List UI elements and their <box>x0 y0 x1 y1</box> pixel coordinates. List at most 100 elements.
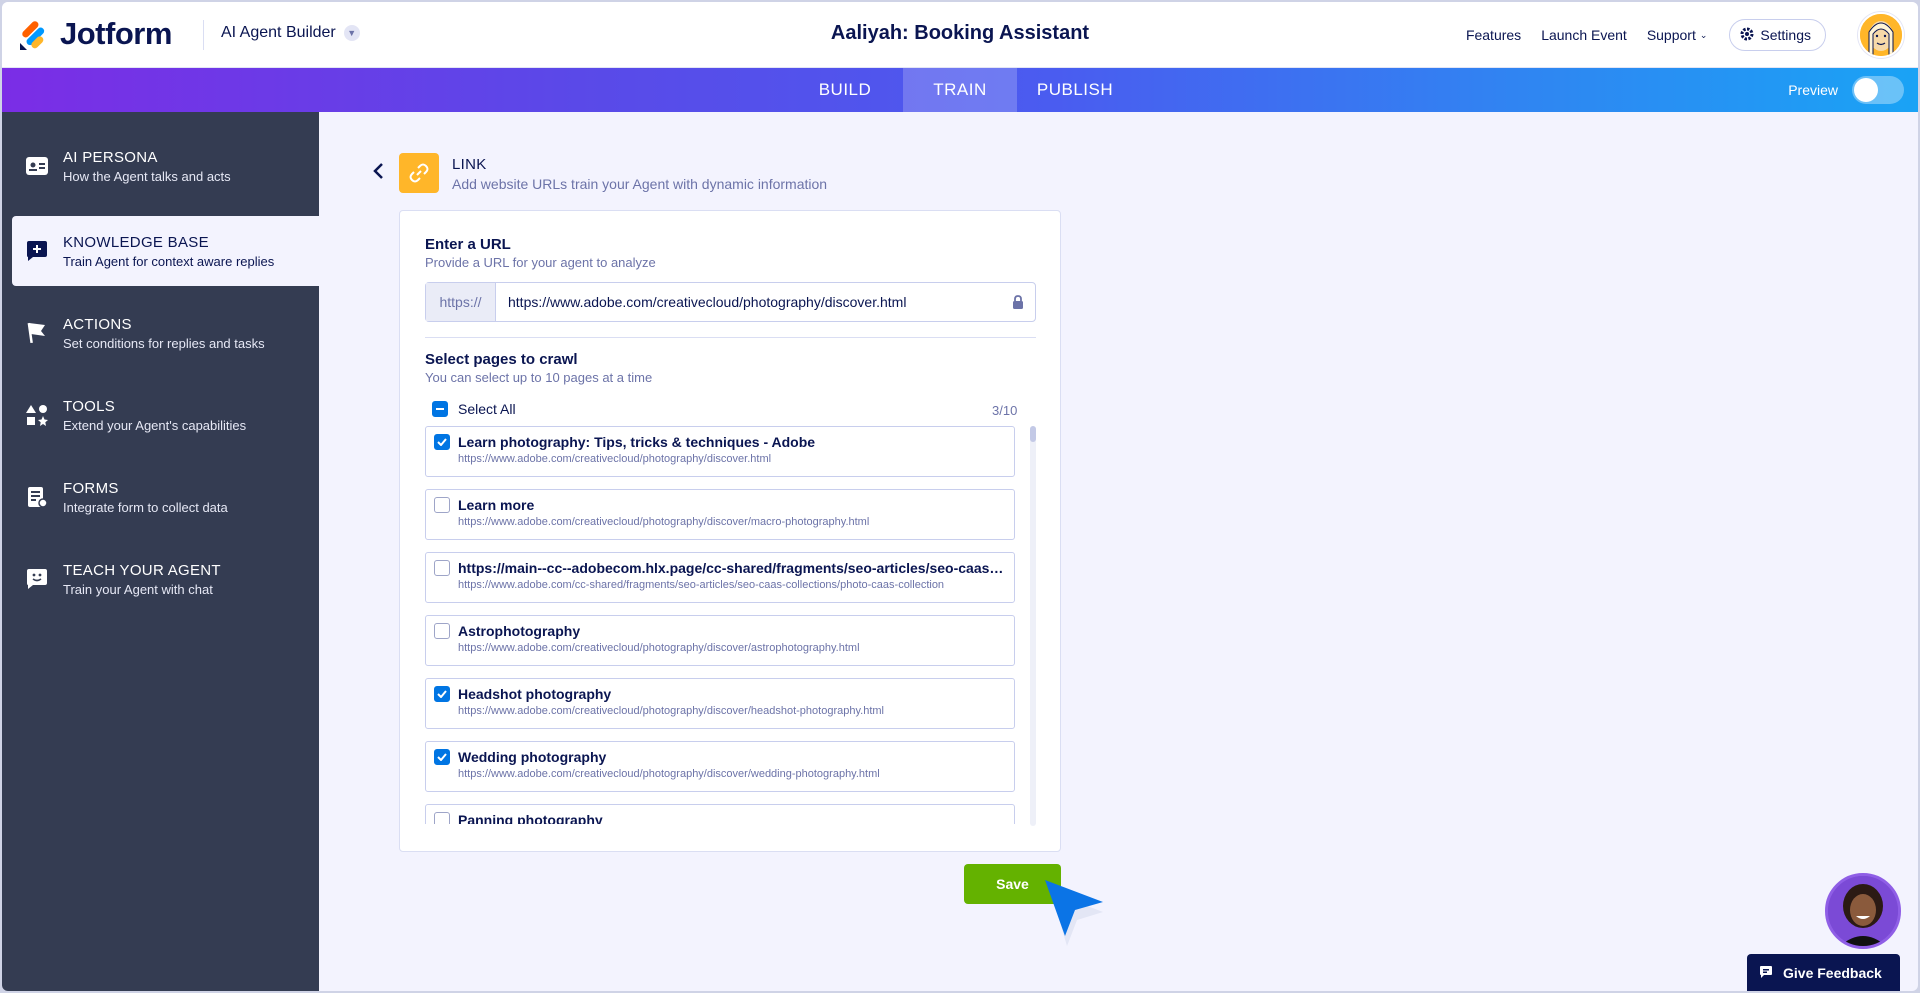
sidebar-item-subtitle: Train your Agent with chat <box>63 581 213 597</box>
form-icon <box>26 486 48 508</box>
toggle-knob <box>1854 78 1878 102</box>
agent-avatar[interactable] <box>1825 873 1901 949</box>
jotform-logo[interactable]: Jotform <box>18 16 172 52</box>
chevron-down-icon: ▼ <box>343 25 360 41</box>
checkbox-checked[interactable] <box>434 749 450 765</box>
crawl-label: Select pages to crawl <box>425 351 578 368</box>
page-title: Wedding photography <box>458 749 607 765</box>
select-all-checkbox[interactable]: Select All <box>432 401 516 417</box>
back-chevron-icon[interactable] <box>372 162 384 186</box>
checkbox-checked[interactable] <box>434 434 450 450</box>
page-title: Learn photography: Tips, tricks & techni… <box>458 434 816 450</box>
sidebar-item-forms[interactable]: FORMS Integrate form to collect data <box>12 462 319 532</box>
section-title: LINK <box>452 156 487 173</box>
builder-switcher[interactable]: AI Agent Builder ▼ <box>221 24 360 42</box>
preview-toggle[interactable] <box>1852 76 1904 104</box>
sidebar-item-teach-your-agent[interactable]: TEACH YOUR AGENT Train your Agent with c… <box>12 544 319 614</box>
give-feedback-button[interactable]: Give Feedback <box>1747 954 1900 991</box>
sidebar-item-subtitle: How the Agent talks and acts <box>63 168 231 184</box>
id-card-icon <box>26 155 48 177</box>
tab-build[interactable]: BUILD <box>787 68 903 112</box>
flag-icon <box>26 322 48 344</box>
checkbox-unchecked[interactable] <box>434 812 450 824</box>
launch-event-link[interactable]: Launch Event <box>1541 27 1627 43</box>
builder-tabbar: BUILD TRAIN PUBLISH Preview <box>2 68 1918 112</box>
list-scrollbar[interactable] <box>1030 426 1036 826</box>
preview-label: Preview <box>1788 82 1838 98</box>
page-url: https://www.adobe.com/cc-shared/fragment… <box>458 579 945 591</box>
page-title: Headshot photography <box>458 686 612 702</box>
pointer-cursor-icon <box>1037 874 1107 959</box>
page-title: Learn more <box>458 497 535 513</box>
lock-icon <box>1001 283 1035 321</box>
scrollbar-thumb[interactable] <box>1030 426 1036 442</box>
support-label: Support <box>1646 27 1696 43</box>
feedback-chat-icon <box>1759 965 1773 982</box>
page-title: Astrophotography <box>458 623 581 639</box>
url-input[interactable] <box>496 283 1001 321</box>
sidebar-item-title: KNOWLEDGE BASE <box>63 233 209 251</box>
settings-label: Settings <box>1760 27 1811 43</box>
checkbox-checked[interactable] <box>434 686 450 702</box>
features-link[interactable]: Features <box>1466 27 1521 43</box>
smile-chat-icon <box>26 568 48 590</box>
list-item[interactable]: Wedding photography https://www.adobe.co… <box>425 741 1015 792</box>
feedback-label: Give Feedback <box>1783 965 1882 981</box>
sidebar: AI PERSONA How the Agent talks and acts … <box>2 112 319 991</box>
sidebar-item-title: ACTIONS <box>63 315 132 333</box>
page-url: https://www.adobe.com/creativecloud/phot… <box>458 642 860 654</box>
brand-name: Jotform <box>60 16 172 51</box>
page-url: https://www.adobe.com/creativecloud/phot… <box>458 705 884 717</box>
chevron-down-icon: ⌄ <box>1699 29 1708 40</box>
checkbox-unchecked[interactable] <box>434 623 450 639</box>
checkbox-unchecked[interactable] <box>434 497 450 513</box>
gear-icon <box>1740 27 1754 44</box>
sidebar-item-subtitle: Train Agent for context aware replies <box>63 253 275 269</box>
top-header: Jotform AI Agent Builder ▼ Aaliyah: Book… <box>2 2 1918 68</box>
builder-label: AI Agent Builder <box>221 24 336 41</box>
list-item[interactable]: Headshot photography https://www.adobe.c… <box>425 678 1015 729</box>
url-help: Provide a URL for your agent to analyze <box>425 255 656 270</box>
page-list[interactable]: Learn photography: Tips, tricks & techni… <box>425 426 1029 824</box>
sidebar-item-title: TOOLS <box>63 397 116 415</box>
sidebar-item-subtitle: Set conditions for replies and tasks <box>63 335 265 351</box>
sidebar-item-subtitle: Extend your Agent's capabilities <box>63 417 247 433</box>
tab-publish[interactable]: PUBLISH <box>1017 68 1133 112</box>
support-menu[interactable]: Support ⌄ <box>1647 27 1708 43</box>
url-label: Enter a URL <box>425 236 511 253</box>
sidebar-item-ai-persona[interactable]: AI PERSONA How the Agent talks and acts <box>12 131 319 201</box>
page-url: https://www.adobe.com/creativecloud/phot… <box>458 453 772 465</box>
sidebar-item-tools[interactable]: TOOLS Extend your Agent's capabilities <box>12 380 319 450</box>
list-item[interactable]: Learn photography: Tips, tricks & techni… <box>425 426 1015 477</box>
list-item[interactable]: Learn more https://www.adobe.com/creativ… <box>425 489 1015 540</box>
sidebar-item-title: AI PERSONA <box>63 148 158 166</box>
tab-train[interactable]: TRAIN <box>903 68 1017 112</box>
list-item[interactable]: Panning photography <box>425 804 1015 824</box>
indeterminate-checkbox-icon <box>432 401 448 417</box>
preview-control: Preview <box>1788 76 1904 104</box>
list-item[interactable]: Astrophotography https://www.adobe.com/c… <box>425 615 1015 666</box>
settings-button[interactable]: Settings <box>1729 19 1826 51</box>
jotform-logo-icon <box>18 17 48 51</box>
page-url: https://www.adobe.com/creativecloud/phot… <box>458 516 870 528</box>
section-subtitle: Add website URLs train your Agent with d… <box>452 176 828 192</box>
sidebar-item-knowledge-base[interactable]: KNOWLEDGE BASE Train Agent for context a… <box>12 216 319 286</box>
header-divider <box>203 20 204 50</box>
page-title: Panning photography <box>458 812 603 824</box>
tools-shapes-icon <box>26 404 48 426</box>
sidebar-item-subtitle: Integrate form to collect data <box>63 499 228 515</box>
header-links: Features Launch Event Support ⌄ Settings <box>1466 2 1918 68</box>
sidebar-item-actions[interactable]: ACTIONS Set conditions for replies and t… <box>12 298 319 368</box>
divider <box>425 337 1036 338</box>
user-avatar[interactable] <box>1858 12 1904 58</box>
page-url: https://www.adobe.com/creativecloud/phot… <box>458 768 880 780</box>
checkbox-unchecked[interactable] <box>434 560 450 576</box>
app-window: Jotform AI Agent Builder ▼ Aaliyah: Book… <box>2 2 1918 991</box>
link-card: Enter a URL Provide a URL for your agent… <box>399 210 1061 852</box>
sidebar-item-title: FORMS <box>63 479 119 497</box>
tabs: BUILD TRAIN PUBLISH <box>2 68 1918 112</box>
select-all-label: Select All <box>458 401 516 417</box>
knowledge-chat-icon <box>26 240 48 262</box>
page-title: https://main--cc--adobecom.hlx.page/cc-s… <box>458 560 1008 576</box>
list-item[interactable]: https://main--cc--adobecom.hlx.page/cc-s… <box>425 552 1015 603</box>
